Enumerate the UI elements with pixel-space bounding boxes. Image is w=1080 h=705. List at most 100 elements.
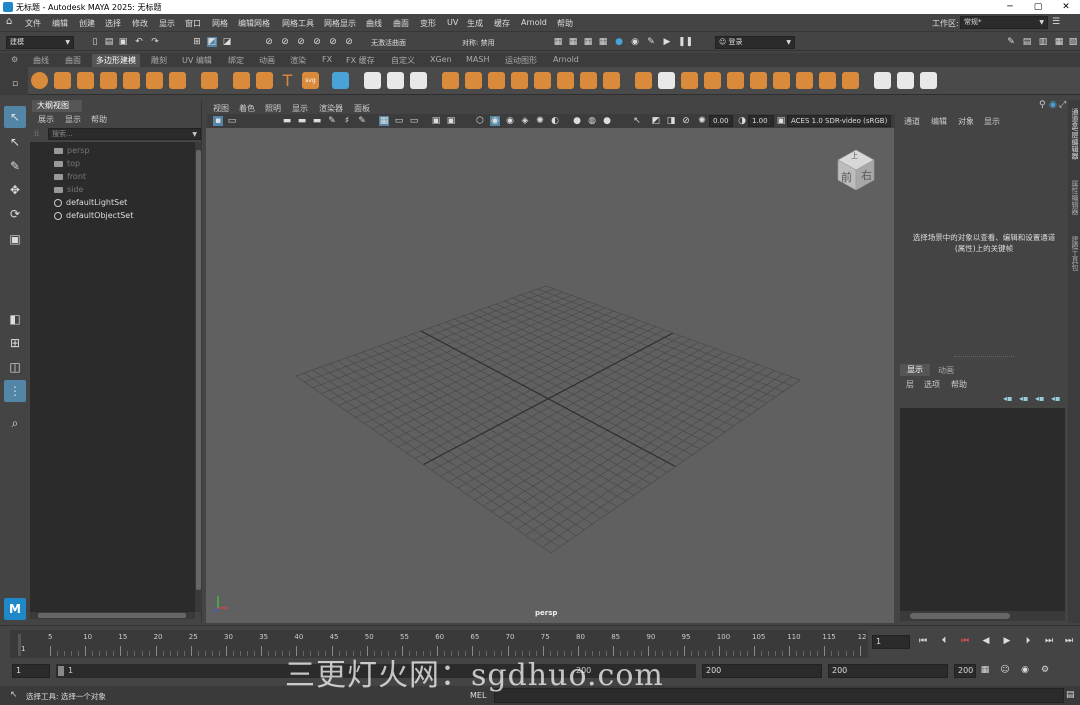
depth-of-field-icon[interactable]: ◍ [587, 116, 597, 126]
outliner-menu-show[interactable]: 展示 [38, 114, 54, 125]
snap-curve-icon[interactable]: ⊘ [280, 37, 290, 47]
select-tool-icon[interactable]: ↖ [4, 106, 26, 128]
move-layer-down-icon[interactable]: ◂▪ [1051, 394, 1060, 403]
backface-culling-icon[interactable]: ⊘ [681, 116, 691, 126]
type-text-icon[interactable]: T [279, 72, 296, 89]
scale-tool-icon[interactable]: ▣ [4, 228, 26, 250]
tool-settings-toggle-icon[interactable]: ▥ [1038, 37, 1048, 47]
arnold-pause-icon[interactable]: ❚❚ [678, 37, 693, 47]
poly-sphere-icon[interactable] [31, 72, 48, 89]
hypershade-icon[interactable]: ● [614, 37, 624, 47]
animation-end-input[interactable]: 200 [954, 664, 976, 678]
undo-icon[interactable]: ↶ [134, 37, 144, 47]
x-ray-icon[interactable]: ↖ [632, 116, 642, 126]
channel-menu-edit[interactable]: 编辑 [931, 116, 947, 127]
list-item[interactable]: side [54, 185, 83, 194]
mirror-icon[interactable] [580, 72, 597, 89]
shelf-tab-arnold[interactable]: Arnold [553, 55, 579, 64]
motion-blur-icon[interactable]: ● [572, 116, 582, 126]
move-layer-up-icon[interactable]: ◂▪ [1035, 394, 1044, 403]
super-shape-icon[interactable] [233, 72, 250, 89]
new-layer-icon[interactable]: ◂▪ [1003, 394, 1012, 403]
script-editor-icon[interactable]: ▤ [1066, 690, 1075, 700]
layer-menu-options[interactable]: 选项 [924, 379, 940, 390]
go-to-end-icon[interactable]: ⏭ [1064, 636, 1074, 646]
shadows-icon[interactable]: ◈ [520, 116, 530, 126]
channel-box-expand-icon[interactable]: ⤢ [1059, 100, 1066, 110]
uv-editor-icon[interactable] [897, 72, 914, 89]
four-view-layout-icon[interactable]: ⊞ [4, 332, 26, 354]
viewport-menu-renderer[interactable]: 渲染器 [319, 103, 343, 114]
view-cube[interactable]: 上 前 右 [834, 146, 878, 191]
gamma-icon[interactable]: ◑ [737, 116, 747, 126]
menu-edit-mesh[interactable]: 编辑网格 [238, 18, 270, 29]
redo-icon[interactable]: ↷ [150, 37, 160, 47]
shelf-menu-icon[interactable]: ▫ [12, 79, 18, 89]
layer-tab-display[interactable]: 显示 [900, 364, 930, 376]
playback-prefs-icon[interactable]: ⚙ [1040, 665, 1050, 675]
channel-box-float-icon[interactable]: ◉ [1049, 100, 1057, 110]
layer-menu-layers[interactable]: 层 [906, 379, 914, 390]
3d-viewport[interactable]: 上 前 右 persp [206, 128, 894, 623]
smooth-icon[interactable] [410, 72, 427, 89]
smooth-shade-icon[interactable]: ▣ [446, 116, 456, 126]
color-space-dropdown[interactable]: ACES 1.0 SDR-video (sRGB) [787, 115, 891, 127]
poly-cube-icon[interactable] [54, 72, 71, 89]
grid-toggle-icon[interactable]: ▦ [379, 116, 389, 126]
poly-cone-icon[interactable] [100, 72, 117, 89]
sweep-mesh-icon[interactable] [256, 72, 273, 89]
layer-tab-anim[interactable]: 动画 [938, 365, 954, 376]
select-object-icon[interactable]: ◩ [207, 37, 217, 47]
layer-menu-help[interactable]: 帮助 [951, 379, 967, 390]
shelf-gear-icon[interactable]: ⚙ [11, 55, 18, 64]
automatic-uv-icon[interactable] [920, 72, 937, 89]
shelf-tab-sculpting[interactable]: 雕刻 [151, 55, 167, 66]
auto-key-icon[interactable]: ◉ [1020, 665, 1030, 675]
play-forwards-icon[interactable]: ▶ [1002, 636, 1012, 646]
x-ray-joints-icon[interactable]: ◩ [651, 116, 661, 126]
boolean-union-icon[interactable] [511, 72, 528, 89]
textured-icon[interactable]: ◉ [490, 116, 500, 126]
channel-menu-show[interactable]: 显示 [984, 116, 1000, 127]
new-scene-icon[interactable]: ▯ [90, 37, 100, 47]
menu-mesh-display[interactable]: 网格显示 [324, 18, 356, 29]
exposure-icon[interactable]: ✺ [697, 116, 707, 126]
shelf-tab-fx-caching[interactable]: FX 缓存 [346, 55, 375, 66]
menu-uv[interactable]: UV [447, 18, 458, 27]
platonic-solid-icon[interactable] [201, 72, 218, 89]
maya-logo-icon[interactable]: M [4, 598, 26, 620]
shelf-tab-fx[interactable]: FX [322, 55, 332, 64]
select-component-icon[interactable]: ◪ [222, 37, 232, 47]
channel-box-toggle-icon[interactable]: ▦ [1054, 37, 1064, 47]
snap-bevel-icon[interactable]: ⊘ [344, 37, 354, 47]
connect-icon[interactable] [681, 72, 698, 89]
shelf-tab-rendering[interactable]: 渲染 [290, 55, 306, 66]
new-layer-selected-icon[interactable]: ◂▪ [1019, 394, 1028, 403]
menu-surfaces[interactable]: 曲面 [393, 18, 409, 29]
resolution-gate-icon[interactable]: ▭ [394, 116, 404, 126]
boolean-difference-icon[interactable] [534, 72, 551, 89]
camera-attributes-icon[interactable]: ▭ [227, 116, 237, 126]
menu-cache[interactable]: 缓存 [494, 18, 510, 29]
viewport-menu-view[interactable]: 视图 [213, 103, 229, 114]
viewport-menu-shading[interactable]: 着色 [239, 103, 255, 114]
snap-grid-icon[interactable]: ⊘ [264, 37, 274, 47]
snap-live-icon[interactable]: ⊘ [328, 37, 338, 47]
ambient-occlusion-icon[interactable]: ✺ [535, 116, 545, 126]
2d-pan-zoom-icon[interactable]: ▬ [312, 116, 322, 126]
rotate-tool-icon[interactable]: ⟳ [4, 203, 26, 225]
outliner-tab[interactable]: 大纲视图 [32, 100, 82, 112]
menu-generate[interactable]: 生成 [467, 18, 483, 29]
separate-icon[interactable] [387, 72, 404, 89]
circularize-icon[interactable] [842, 72, 859, 89]
snap-view-plane-icon[interactable]: ⊘ [312, 37, 322, 47]
fill-hole-icon[interactable] [603, 72, 620, 89]
animation-layer-icon[interactable]: ▦ [980, 665, 990, 675]
use-all-lights-icon[interactable]: ◉ [505, 116, 515, 126]
anti-aliasing-icon[interactable]: ◐ [550, 116, 560, 126]
quad-draw-icon[interactable] [704, 72, 721, 89]
grid-icon[interactable]: ♯ [342, 116, 352, 126]
gamma-input[interactable]: 1.00 [748, 115, 774, 127]
outliner-menu-help[interactable]: 帮助 [91, 114, 107, 125]
isolate-select-icon[interactable]: ● [602, 116, 612, 126]
